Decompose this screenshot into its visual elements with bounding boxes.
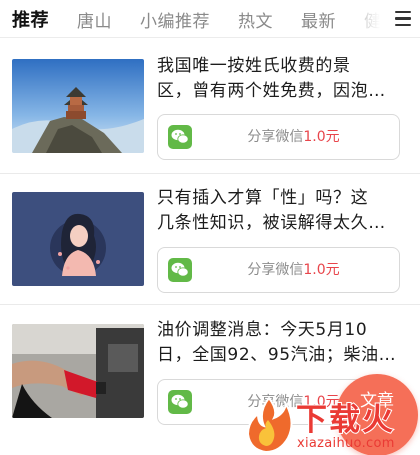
tab-recommend[interactable]: 推荐 bbox=[12, 6, 49, 32]
share-label: 分享微信1.0元 bbox=[247, 262, 340, 278]
tab-editor-picks[interactable]: 小编推荐 bbox=[140, 7, 210, 32]
share-label: 分享微信1.0元 bbox=[247, 129, 340, 145]
share-reward-price: 1.0元 bbox=[303, 129, 340, 145]
article-title[interactable]: 我国唯一按姓氏收费的景 区，曾有两个姓免费，因泡… bbox=[157, 54, 403, 104]
article-title-line: 我国唯一按姓氏收费的景 bbox=[157, 56, 351, 76]
article-item[interactable]: 我国唯一按姓氏收费的景 区，曾有两个姓免费，因泡… 分享微信1.0元 bbox=[0, 38, 420, 173]
fuel-nozzle-image bbox=[12, 324, 144, 418]
tab-fade-overlay bbox=[340, 0, 390, 37]
share-reward-price: 1.0元 bbox=[303, 262, 340, 278]
watermark-text: 下载火 bbox=[295, 401, 395, 439]
article-title-line: 油价调整消息：今天5月10 bbox=[157, 320, 368, 340]
tab-hot[interactable]: 热文 bbox=[238, 7, 273, 32]
article-title[interactable]: 只有插入才算「性」吗？这 几条性知识，被误解得太久… bbox=[157, 186, 403, 236]
article-title-line: 只有插入才算「性」吗？这 bbox=[157, 188, 369, 208]
tab-tangshan[interactable]: 唐山 bbox=[77, 7, 112, 32]
flame-logo-icon bbox=[246, 396, 293, 454]
article-title-line: 日，全国92、95汽油；柴油… bbox=[157, 345, 397, 365]
article-title-line: 区，曾有两个姓免费，因泡… bbox=[157, 81, 386, 101]
article-title[interactable]: 油价调整消息：今天5月10 日，全国92、95汽油；柴油… bbox=[157, 318, 403, 368]
category-tab-bar: 推荐 唐山 小编推荐 热文 最新 健 bbox=[0, 0, 420, 38]
hamburger-menu-icon[interactable] bbox=[386, 0, 420, 37]
tab-latest[interactable]: 最新 bbox=[301, 7, 336, 32]
watermark-url: xiazaihuo.com bbox=[297, 436, 395, 451]
share-wechat-button[interactable]: 分享微信1.0元 bbox=[157, 114, 400, 160]
mountain-temple-image bbox=[12, 59, 144, 153]
share-wechat-button[interactable]: 分享微信1.0元 bbox=[157, 247, 400, 293]
illustrated-woman-image bbox=[12, 192, 144, 286]
watermark-logo: 下载火 xiazaihuo.com bbox=[244, 394, 420, 455]
article-title-line: 几条性知识，被误解得太久… bbox=[157, 213, 386, 233]
tab-list: 推荐 唐山 小编推荐 热文 最新 健 bbox=[0, 0, 382, 37]
article-item[interactable]: 只有插入才算「性」吗？这 几条性知识，被误解得太久… 分享微信1.0元 bbox=[0, 174, 420, 304]
